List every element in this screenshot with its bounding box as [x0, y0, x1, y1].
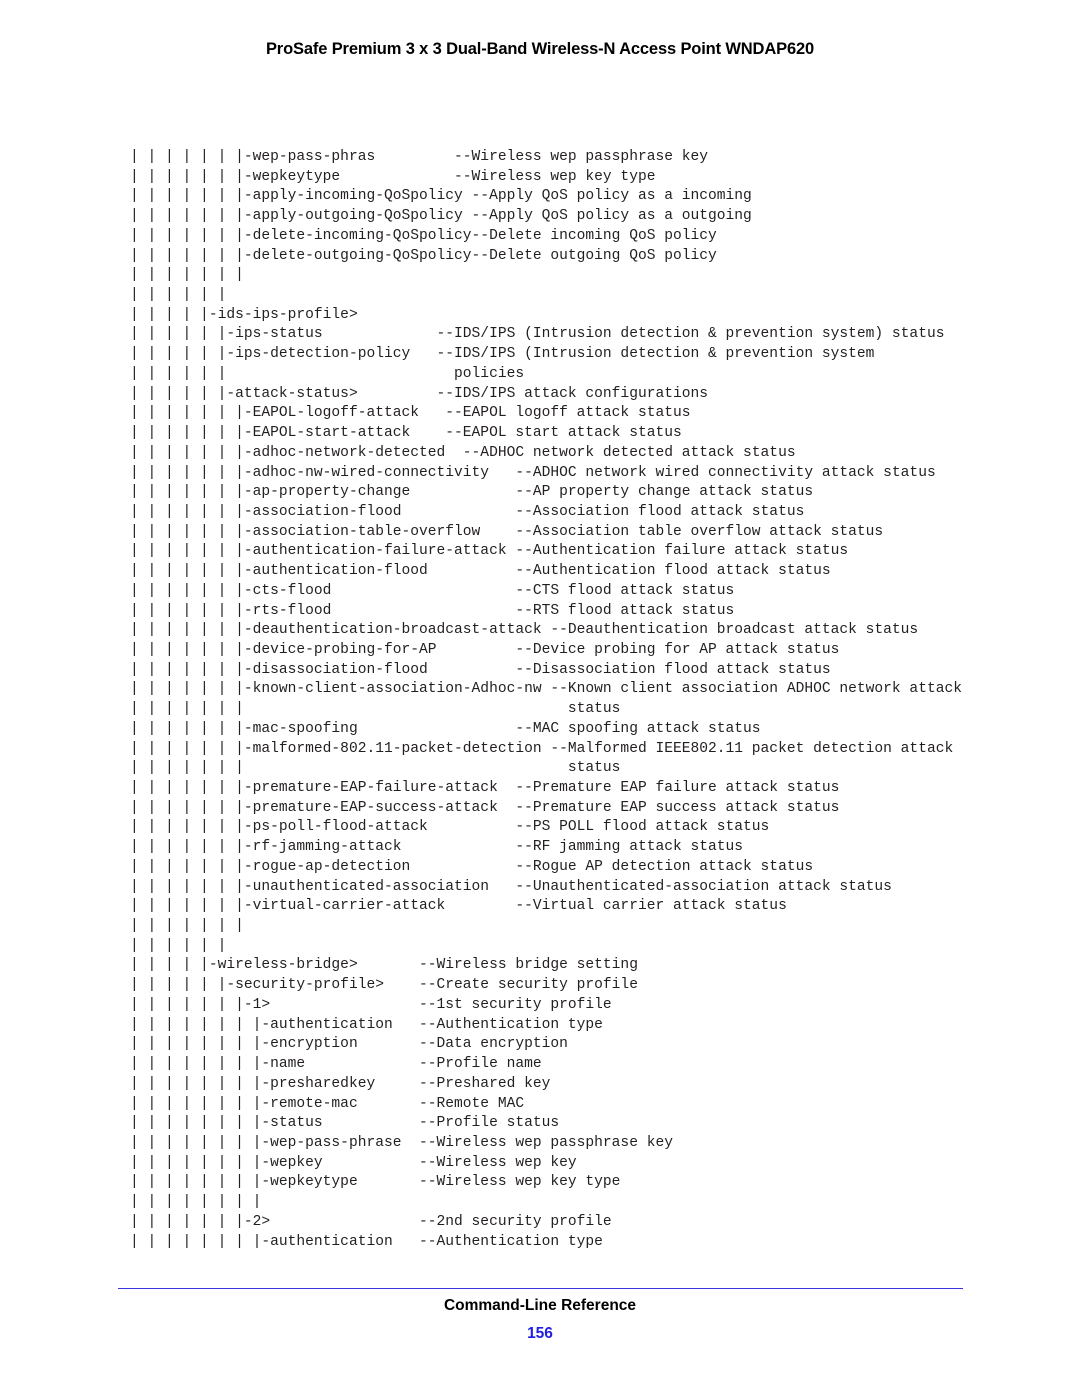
- cli-tree-line: | | | | | | |: [130, 267, 244, 284]
- cli-tree-line: | | | | | | |-adhoc-network-detected --A…: [130, 444, 796, 461]
- cli-tree-line: | | | | | | | |-encryption --Data encryp…: [130, 1036, 568, 1053]
- cli-tree-line: | | | | | | |-delete-outgoing-QoSpolicy-…: [130, 247, 717, 264]
- cli-tree-line: | | | | | |-ips-detection-policy --IDS/I…: [130, 346, 875, 363]
- cli-tree-line: | | | | | | | |-wepkey --Wireless wep ke…: [130, 1154, 577, 1171]
- footer-divider-rule: [118, 1288, 963, 1289]
- cli-tree-line: | | | | | | | |-name --Profile name: [130, 1056, 542, 1073]
- footer-page-number: 156: [527, 1325, 553, 1342]
- cli-tree-line: | | | | | | |-association-flood --Associ…: [130, 503, 805, 520]
- cli-tree-line: | | | | | | |-association-table-overflow…: [130, 523, 884, 540]
- cli-tree-line: | | | | | | |-apply-outgoing-QoSpolicy -…: [130, 208, 752, 225]
- cli-tree-line: | | | | | | |-delete-incoming-QoSpolicy-…: [130, 227, 717, 244]
- cli-tree-line: | | | | | |-security-profile> --Create s…: [130, 977, 638, 994]
- cli-tree-line: | | | | |-ids-ips-profile>: [130, 306, 358, 323]
- cli-tree-line: | | | | | |: [130, 937, 227, 954]
- cli-tree-line: | | | | | | |-rf-jamming-attack --RF jam…: [130, 839, 744, 856]
- cli-tree-line: | | | | | | |-adhoc-nw-wired-connectivit…: [130, 464, 936, 481]
- cli-tree-line: | | | | | | | |-presharedkey --Preshared…: [130, 1075, 551, 1092]
- cli-tree-line: | | | | | | |-EAPOL-logoff-attack --EAPO…: [130, 405, 691, 422]
- cli-tree-line: | | | | | | | |-wepkeytype --Wireless we…: [130, 1174, 621, 1191]
- cli-tree-line: | | | | | |-attack-status> --IDS/IPS att…: [130, 385, 709, 402]
- cli-tree-line: | | | | | | |-wepkeytype --Wireless wep …: [130, 168, 656, 185]
- cli-tree-line: | | | | | | |-wep-pass-phras --Wireless …: [130, 149, 709, 165]
- cli-tree-line: | | | | | | |-1> --1st security profile: [130, 996, 612, 1013]
- cli-tree-line: | | | | | | |-authentication-failure-att…: [130, 543, 849, 560]
- cli-tree-line: | | | | | | |-authentication-flood --Aut…: [130, 563, 831, 580]
- cli-tree-line: | | | | | | |-mac-spoofing --MAC spoofin…: [130, 720, 761, 737]
- cli-tree-line: | | | | | | |-premature-EAP-success-atta…: [130, 799, 840, 816]
- cli-tree-line: | | | | | | | |: [130, 1194, 262, 1211]
- cli-tree-line: | | | | | | |-disassociation-flood --Dis…: [130, 661, 831, 678]
- cli-tree-line: | | | | | | policies: [130, 365, 525, 382]
- cli-tree-line: | | | | | | |-device-probing-for-AP --De…: [130, 641, 840, 658]
- cli-tree-line: | | | | | | |-virtual-carrier-attack --V…: [130, 898, 787, 915]
- cli-tree-line: | | | | | | | |-authentication --Authent…: [130, 1233, 603, 1250]
- cli-tree-line: | | | | | | |-unauthenticated-associatio…: [130, 878, 892, 895]
- cli-tree-line: | | | | | | | status: [130, 760, 621, 777]
- cli-tree-line: | | | | | | | |-status --Profile status: [130, 1115, 560, 1132]
- cli-tree-line: | | | | | | |-ps-poll-flood-attack --PS …: [130, 819, 770, 836]
- cli-tree-line: | | | | | | |-known-client-association-A…: [130, 681, 962, 698]
- cli-tree-line: | | | | | | |-cts-flood --CTS flood atta…: [130, 582, 735, 599]
- cli-tree-line: | | | | | | |: [130, 918, 244, 935]
- running-header-title: ProSafe Premium 3 x 3 Dual-Band Wireless…: [265, 40, 815, 58]
- cli-tree-line: | | | | |-wireless-bridge> --Wireless br…: [130, 957, 638, 974]
- cli-tree-line: | | | | | | |-rts-flood --RTS flood atta…: [130, 602, 735, 619]
- cli-tree-line: | | | | | |-ips-status --IDS/IPS (Intrus…: [130, 326, 945, 343]
- cli-tree-line: | | | | | | |-2> --2nd security profile: [130, 1213, 612, 1230]
- cli-tree-line: | | | | | | | |-wep-pass-phrase --Wirele…: [130, 1134, 673, 1151]
- cli-tree-line: | | | | | | | |-authentication --Authent…: [130, 1016, 603, 1033]
- cli-tree-line: | | | | | | | status: [130, 701, 621, 718]
- cli-tree-line: | | | | | | | |-remote-mac --Remote MAC: [130, 1095, 525, 1112]
- cli-tree-line: | | | | | | |-ap-property-change --AP pr…: [130, 484, 814, 501]
- cli-tree-line: | | | | | | |-deauthentication-broadcast…: [130, 622, 919, 639]
- cli-tree-line: | | | | | |: [130, 287, 227, 304]
- footer-section-title: Command-Line Reference: [443, 1297, 637, 1314]
- cli-tree-line: | | | | | | |-rogue-ap-detection --Rogue…: [130, 858, 814, 875]
- cli-tree-line: | | | | | | |-EAPOL-start-attack --EAPOL…: [130, 425, 682, 442]
- cli-command-tree: | | | | | | |-wep-pass-phras --Wireless …: [130, 148, 1030, 1252]
- cli-tree-line: | | | | | | |-malformed-802.11-packet-de…: [130, 740, 954, 757]
- document-page: ProSafe Premium 3 x 3 Dual-Band Wireless…: [0, 0, 1080, 1397]
- cli-tree-line: | | | | | | |-premature-EAP-failure-atta…: [130, 780, 840, 796]
- cli-tree-line: | | | | | | |-apply-incoming-QoSpolicy -…: [130, 188, 752, 205]
